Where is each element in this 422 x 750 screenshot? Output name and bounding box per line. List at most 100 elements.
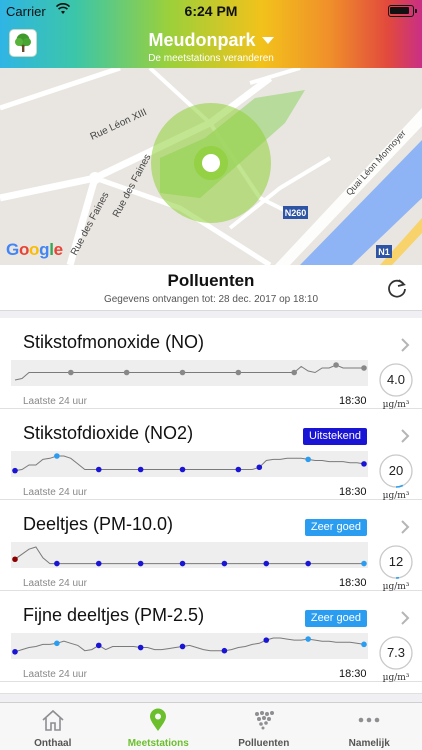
header: Carrier 6:24 PM Meudonpark De meetstatio… — [0, 0, 422, 68]
home-icon — [42, 709, 64, 731]
data-point — [54, 640, 60, 647]
data-point — [256, 464, 263, 471]
pollutant-sparkline — [11, 633, 368, 659]
data-point — [12, 467, 18, 474]
time-label: 18:30 — [339, 668, 367, 680]
pollutant-sparkline — [11, 451, 368, 477]
status-bar: Carrier 6:24 PM — [0, 0, 422, 22]
quality-badge: Uitstekend — [303, 428, 367, 445]
chart-background — [11, 451, 368, 477]
data-point — [179, 560, 186, 567]
tab-bar: Onthaal Meetstations Polluenten Namelijk — [0, 702, 422, 750]
data-point — [179, 643, 186, 650]
data-point — [361, 461, 367, 467]
data-point — [137, 466, 144, 473]
data-point — [54, 560, 60, 567]
data-point — [95, 560, 102, 567]
data-point — [54, 453, 60, 459]
pollutant-sparkline — [11, 360, 368, 386]
pollutant-row-no[interactable]: Stikstofmonoxide (NO) Laatste 24 uur 18:… — [0, 318, 422, 410]
pollutant-list: Stikstofmonoxide (NO) Laatste 24 uur 18:… — [0, 318, 422, 694]
pollutant-name: Stikstofdioxide (NO2) — [23, 423, 194, 443]
tab-label: Onthaal — [34, 738, 72, 749]
data-point — [235, 466, 242, 473]
page-subtitle: De meetstations veranderen — [148, 53, 274, 64]
battery-icon — [388, 5, 417, 17]
data-point — [263, 560, 270, 567]
google-attribution: Google — [6, 240, 63, 259]
data-point — [95, 642, 102, 649]
tab-meetstations[interactable]: Meetstations — [106, 703, 212, 750]
data-point — [95, 466, 102, 473]
data-point — [137, 560, 144, 567]
map-canvas: N260 N1 Rue Léon XIII Rue des Faines Rue… — [0, 68, 422, 265]
data-point — [305, 456, 311, 463]
data-point — [137, 644, 144, 651]
data-point — [235, 369, 242, 376]
pollutants-header: Polluenten Gegevens ontvangen tot: 28 de… — [0, 265, 422, 311]
list-item — [0, 682, 422, 694]
pollutant-value: 4.0 — [386, 372, 406, 387]
time-label: 18:30 — [339, 395, 367, 407]
tab-polluenten[interactable]: Polluenten — [211, 703, 317, 750]
data-point — [221, 647, 228, 654]
pollutant-row-pm10[interactable]: Deeltjes (PM-10.0) Zeer goed Laatste 24 … — [0, 500, 422, 592]
pollutant-name: Fijne deeltjes (PM-2.5) — [23, 605, 205, 625]
data-point — [12, 648, 18, 655]
pollutant-value: 12 — [388, 554, 404, 569]
location-pin-icon — [150, 708, 167, 731]
tab-namelijk[interactable]: Namelijk — [317, 703, 422, 750]
map-label-n260: N260 — [285, 208, 307, 218]
page-title: Meudonpark — [148, 30, 256, 50]
data-point — [361, 560, 367, 567]
data-point — [305, 560, 311, 567]
pollutant-sparkline — [11, 542, 368, 568]
quality-badge: Zeer goed — [304, 610, 367, 627]
chevron-right-icon — [401, 338, 410, 352]
tab-label: Meetstations — [127, 738, 189, 749]
station-selector[interactable]: Meudonpark De meetstations veranderen — [0, 30, 422, 64]
time-label: 18:30 — [339, 486, 367, 498]
refresh-icon[interactable] — [386, 277, 408, 299]
pollutant-name: Stikstofmonoxide (NO) — [23, 332, 205, 352]
time-label: 18:30 — [339, 577, 367, 589]
app-screen: Carrier 6:24 PM Meudonpark De meetstatio… — [0, 0, 422, 750]
data-point — [179, 466, 186, 473]
pollutant-row-pm25[interactable]: Fijne deeltjes (PM-2.5) Zeer goed Laatst… — [0, 591, 422, 683]
data-point — [123, 369, 130, 376]
data-point — [263, 637, 270, 643]
particles-icon — [254, 711, 274, 730]
period-label: Laatste 24 uur — [23, 396, 87, 407]
data-point — [221, 560, 228, 567]
chevron-right-icon — [401, 429, 410, 443]
pollutant-row-no2[interactable]: Stikstofdioxide (NO2) Uitstekend Laatste… — [0, 409, 422, 501]
status-time: 6:24 PM — [184, 3, 238, 19]
pollutant-value: 20 — [388, 463, 404, 478]
data-point — [361, 641, 367, 648]
data-point — [179, 369, 186, 376]
chevron-right-icon — [401, 611, 410, 625]
data-point — [361, 365, 367, 371]
more-icon — [358, 717, 380, 723]
data-point — [305, 636, 311, 642]
value-gauge: 4.0 µg/m³ — [378, 362, 414, 410]
tab-onthaal[interactable]: Onthaal — [0, 703, 106, 750]
pollutant-value: 7.3 — [386, 645, 406, 660]
section-title: Polluenten — [167, 271, 255, 290]
map-label-n1: N1 — [378, 247, 390, 257]
map-view[interactable]: N260 N1 Rue Léon XIII Rue des Faines Rue… — [0, 68, 422, 265]
quality-badge: Zeer goed — [304, 519, 367, 536]
pollutant-name: Deeltjes (PM-10.0) — [23, 514, 174, 534]
data-point — [12, 556, 18, 563]
value-gauge: 7.3 µg/m³ — [378, 635, 414, 683]
value-gauge: 12 µg/m³ — [378, 544, 414, 592]
tab-label: Polluenten — [238, 738, 290, 749]
value-gauge: 20 µg/m³ — [378, 453, 414, 501]
data-point — [333, 362, 339, 368]
period-label: Laatste 24 uur — [23, 487, 87, 498]
tab-label: Namelijk — [348, 738, 390, 749]
chevron-right-icon — [401, 520, 410, 534]
chevron-down-icon — [261, 37, 274, 44]
data-point — [291, 369, 298, 376]
data-point — [68, 369, 74, 376]
